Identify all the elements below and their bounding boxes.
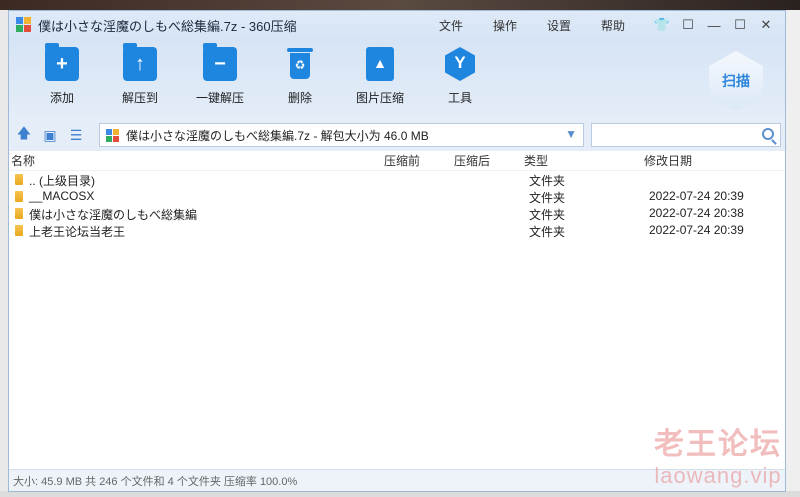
row-type: 文件夹 — [529, 174, 566, 188]
path-text: 僕は小さな淫魔のしもべ総集編.7z - 解包大小为 46.0 MB — [126, 128, 429, 143]
extract-to-button[interactable]: ↑ 解压到 — [105, 43, 175, 106]
folder-icon — [15, 174, 23, 185]
up-arrow-icon[interactable]: 🡅 — [13, 124, 35, 146]
menu-file[interactable]: 文件 — [439, 17, 463, 34]
column-date[interactable]: 修改日期 — [644, 152, 692, 169]
feedback-icon[interactable]: ☐ — [675, 15, 701, 35]
path-bar[interactable]: 僕は小さな淫魔のしもべ総集編.7z - 解包大小为 46.0 MB ▼ — [99, 123, 584, 147]
delete-button[interactable]: ♻ 删除 — [265, 47, 335, 106]
desktop-background-top — [0, 0, 800, 10]
add-button[interactable]: + 添加 — [27, 43, 97, 106]
menu-operation[interactable]: 操作 — [493, 17, 517, 34]
scan-label: 扫描 — [722, 73, 750, 89]
row-date: 2022-07-24 20:39 — [649, 223, 744, 237]
window-title: 僕は小さな淫魔のしもべ総集編.7z - 360压缩 — [38, 18, 297, 34]
extract-to-label: 解压到 — [121, 91, 158, 105]
row-date: 2022-07-24 20:38 — [649, 206, 744, 220]
maximize-button[interactable]: ☐ — [727, 15, 753, 35]
add-icon: + — [45, 43, 79, 81]
one-click-extract-label: 一键解压 — [195, 91, 244, 105]
file-list: .. (上级目录) 文件夹 __MACOSX 文件夹 2022-07-24 20… — [9, 171, 785, 239]
address-row: 🡅 ▣ ☰ 僕は小さな淫魔のしもべ総集編.7z - 解包大小为 46.0 MB … — [9, 119, 785, 151]
app-logo-icon — [16, 17, 32, 33]
search-icon[interactable] — [762, 128, 774, 140]
one-click-extract-icon: − — [203, 43, 237, 81]
row-date: 2022-07-24 20:39 — [649, 189, 744, 203]
close-button[interactable]: ✕ — [753, 15, 779, 35]
thumbnail-view-icon[interactable]: ▣ — [39, 124, 61, 146]
menu-settings[interactable]: 设置 — [547, 17, 571, 34]
image-compress-label: 图片压缩 — [355, 91, 404, 105]
desktop-background-right — [786, 10, 800, 497]
column-size[interactable]: 压缩后 — [454, 152, 490, 169]
table-row[interactable]: __MACOSX 文件夹 2022-07-24 20:39 — [9, 188, 785, 205]
delete-icon: ♻ — [283, 47, 317, 81]
watermark: 老王论坛 laowang.vip — [654, 419, 782, 489]
one-click-extract-button[interactable]: − 一键解压 — [185, 43, 255, 106]
minimize-button[interactable]: — — [701, 15, 727, 35]
watermark-en: laowang.vip — [654, 463, 782, 488]
row-name: __MACOSX — [29, 189, 95, 203]
list-header: 名称 压缩前 压缩后 类型 修改日期 — [9, 151, 785, 171]
menu-help[interactable]: 帮助 — [601, 17, 625, 34]
table-row[interactable]: .. (上级目录) 文件夹 — [9, 171, 785, 188]
column-name[interactable]: 名称 — [11, 152, 35, 169]
row-type: 文件夹 — [529, 191, 566, 205]
status-text: 大小: 45.9 MB 共 246 个文件和 4 个文件夹 压缩率 100.0% — [13, 475, 298, 488]
scan-button[interactable]: 扫描 — [709, 51, 763, 111]
window-controls: 👕 ☐ — ☐ ✕ — [649, 11, 779, 39]
table-row[interactable]: 上老王论坛当老王 文件夹 2022-07-24 20:39 — [9, 222, 785, 239]
row-name: 僕は小さな淫魔のしもべ総集編 — [29, 208, 198, 222]
extract-to-icon: ↑ — [123, 43, 157, 81]
add-label: 添加 — [49, 91, 74, 105]
delete-label: 删除 — [287, 91, 312, 105]
row-type: 文件夹 — [529, 225, 566, 239]
image-compress-icon: ▲ — [366, 47, 394, 81]
column-type[interactable]: 类型 — [524, 152, 548, 169]
tools-label: 工具 — [447, 91, 472, 105]
row-type: 文件夹 — [529, 208, 566, 222]
row-name: 上老王论坛当老王 — [29, 225, 126, 239]
title-bar[interactable]: 僕は小さな淫魔のしもべ総集編.7z - 360压缩 文件 操作 设置 帮助 👕 … — [9, 11, 785, 39]
column-compressed[interactable]: 压缩前 — [384, 152, 420, 169]
archive-icon — [106, 128, 120, 142]
tools-button[interactable]: Y 工具 — [425, 47, 495, 106]
table-row[interactable]: 僕は小さな淫魔のしもべ総集編 文件夹 2022-07-24 20:38 — [9, 205, 785, 222]
desktop-background-left — [0, 10, 8, 497]
skin-shirt-icon[interactable]: 👕 — [649, 15, 675, 35]
search-input[interactable] — [591, 123, 781, 147]
chevron-down-icon[interactable]: ▼ — [565, 127, 577, 141]
toolbar: + 添加 ↑ 解压到 − 一键解压 ♻ 删除 ▲ 图片压缩 Y 工具 扫描 — [9, 39, 785, 119]
list-view-icon[interactable]: ☰ — [65, 124, 87, 146]
folder-icon — [15, 208, 23, 219]
folder-icon — [15, 191, 23, 202]
menu-bar: 文件 操作 设置 帮助 — [439, 11, 655, 39]
tools-icon: Y — [445, 47, 475, 81]
image-compress-button[interactable]: ▲ 图片压缩 — [345, 47, 415, 106]
row-name: .. (上级目录) — [29, 174, 95, 188]
watermark-cn: 老王论坛 — [654, 428, 782, 461]
folder-icon — [15, 225, 23, 236]
